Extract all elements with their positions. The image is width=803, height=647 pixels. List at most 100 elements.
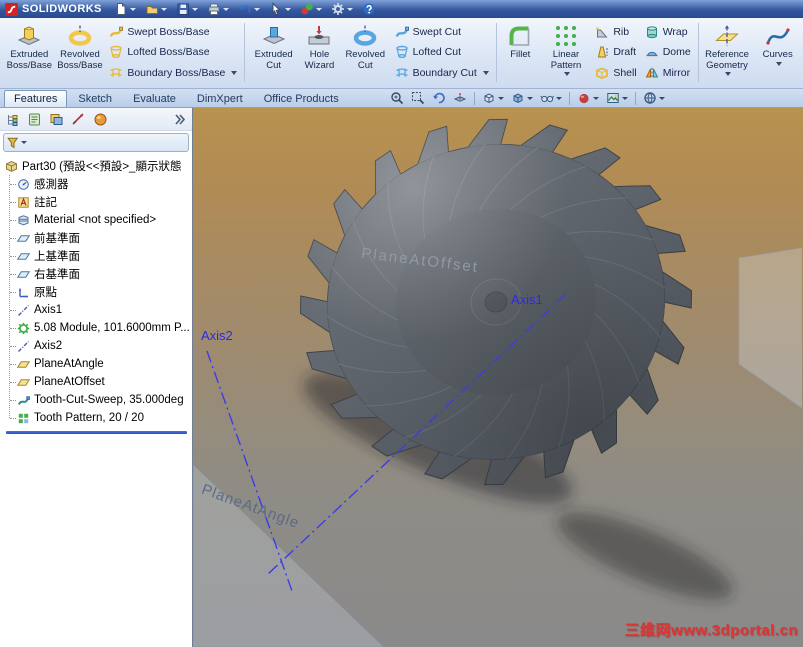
- tree-item-material[interactable]: Material <not specified>: [10, 211, 192, 229]
- display-manager-icon[interactable]: [93, 112, 108, 127]
- tree-item-tooth-cut-sweep[interactable]: Tooth-Cut-Sweep, 35.000deg: [10, 391, 192, 409]
- previous-view-icon[interactable]: [432, 91, 446, 105]
- dimxpert-manager-icon[interactable]: [71, 112, 86, 127]
- tree-item-front-plane[interactable]: 前基準面: [10, 229, 192, 247]
- lofted-cut-button[interactable]: Lofted Cut: [392, 45, 492, 59]
- mirror-button[interactable]: Mirror: [642, 66, 694, 80]
- linear-pattern-button[interactable]: Linear Pattern: [541, 20, 592, 85]
- help-icon[interactable]: [362, 2, 376, 16]
- curves-button[interactable]: Curves: [752, 20, 803, 85]
- revolved-cut-button[interactable]: Revolved Cut: [340, 20, 391, 85]
- draft-button[interactable]: Draft: [592, 45, 639, 59]
- toolbar-separator: [634, 91, 636, 105]
- boundary-boss-icon: [110, 68, 123, 77]
- edit-appearance-icon[interactable]: [577, 91, 599, 105]
- extruded-cut-button[interactable]: Extruded Cut: [248, 20, 299, 85]
- button-label: Draft: [613, 46, 637, 59]
- dome-button[interactable]: Dome: [642, 45, 694, 59]
- print-icon[interactable]: [207, 2, 229, 16]
- feature-manager-tree-icon[interactable]: [5, 112, 20, 127]
- dropdown-caret: [725, 72, 732, 77]
- axis-icon: [18, 304, 29, 316]
- tree-item-axis1[interactable]: Axis1: [10, 301, 192, 319]
- button-label: Lofted Boss/Base: [127, 46, 210, 59]
- reference-geometry-icon: [715, 25, 739, 46]
- command-manager-tabs: Features Sketch Evaluate DimXpert Office…: [0, 89, 803, 108]
- view-orientation-icon[interactable]: [482, 91, 504, 105]
- plane-icon: [17, 252, 30, 260]
- part-icon: [6, 160, 17, 172]
- rebuild-icon[interactable]: [300, 2, 322, 16]
- revolved-boss-base-button[interactable]: Revolved Boss/Base: [55, 20, 106, 85]
- reference-geometry-button[interactable]: Reference Geometry: [702, 20, 753, 85]
- hole-wizard-button[interactable]: Hole Wizard: [299, 20, 340, 85]
- property-manager-icon[interactable]: [27, 112, 42, 127]
- view-settings-icon[interactable]: [643, 91, 665, 105]
- tree-item-plane-at-offset[interactable]: PlaneAtOffset: [10, 373, 192, 391]
- display-style-icon[interactable]: [511, 91, 533, 105]
- tree-item-label: 右基準面: [34, 269, 80, 281]
- toolbar-separator: [568, 91, 570, 105]
- undo-icon[interactable]: [238, 2, 260, 16]
- extruded-boss-base-button[interactable]: Extruded Boss/Base: [4, 20, 55, 85]
- zoom-fit-icon[interactable]: [390, 91, 404, 105]
- button-label: Boundary Boss/Base: [127, 66, 226, 79]
- swept-cut-button[interactable]: Swept Cut: [392, 25, 492, 39]
- open-icon[interactable]: [145, 2, 167, 16]
- tree-item-module[interactable]: 5.08 Module, 101.6000mm P...: [10, 319, 192, 337]
- tree-item-label: 原點: [34, 287, 57, 299]
- options-icon[interactable]: [331, 2, 353, 16]
- tab-dimxpert[interactable]: DimXpert: [187, 90, 253, 107]
- tree-item-tooth-pattern[interactable]: Tooth Pattern, 20 / 20: [10, 409, 192, 427]
- rollback-bar[interactable]: [6, 431, 187, 434]
- lofted-boss-icon: [110, 46, 123, 59]
- select-icon[interactable]: [269, 2, 291, 16]
- button-label: Boundary Cut: [412, 66, 477, 79]
- tree-item-sensors[interactable]: 感測器: [10, 175, 192, 193]
- rib-draft-shell-stack: Rib Draft Shell: [591, 20, 640, 85]
- button-label: Hole Wizard: [304, 49, 335, 71]
- tree-item-label: Axis2: [34, 340, 63, 352]
- axis1-label: Axis1: [511, 292, 543, 307]
- boundary-cut-button[interactable]: Boundary Cut: [392, 66, 492, 80]
- tab-sketch[interactable]: Sketch: [68, 90, 122, 107]
- tree-filter-bar[interactable]: [3, 133, 189, 152]
- lofted-boss-base-button[interactable]: Lofted Boss/Base: [106, 45, 240, 59]
- tree-item-annotations[interactable]: 註記: [10, 193, 192, 211]
- tree-item-plane-at-angle[interactable]: PlaneAtAngle: [10, 355, 192, 373]
- tree-item-part30[interactable]: Part30 (預設<<預設>_顯示狀態: [3, 157, 192, 175]
- axis2-label: Axis2: [201, 328, 233, 343]
- panel-expand-chevrons-icon[interactable]: [172, 112, 187, 127]
- zoom-area-icon[interactable]: [411, 91, 425, 105]
- graphics-viewport[interactable]: PlaneAtOffset Axis1 Axis2 PlaneAtAngle 三…: [193, 108, 803, 647]
- lofted-cut-icon: [395, 46, 408, 59]
- ref-plane-icon: [17, 360, 30, 368]
- boundary-boss-base-button[interactable]: Boundary Boss/Base: [106, 66, 240, 80]
- fillet-button[interactable]: Fillet: [500, 20, 541, 85]
- plane-at-offset-surface[interactable]: [738, 247, 802, 409]
- save-icon[interactable]: [176, 2, 198, 16]
- section-view-icon[interactable]: [453, 91, 467, 105]
- wrap-button[interactable]: Wrap: [642, 25, 694, 39]
- button-label: Dome: [662, 46, 691, 59]
- apply-scene-icon[interactable]: [606, 91, 628, 105]
- bevel-gear-model[interactable]: [290, 108, 702, 508]
- tree-item-axis2[interactable]: Axis2: [10, 337, 192, 355]
- tree-item-origin[interactable]: 原點: [10, 283, 192, 301]
- button-label: Wrap: [662, 26, 688, 39]
- rib-button[interactable]: Rib: [592, 25, 639, 39]
- tab-office-products[interactable]: Office Products: [254, 90, 349, 107]
- tree-item-label: 上基準面: [34, 251, 80, 263]
- tab-features[interactable]: Features: [4, 90, 68, 107]
- configuration-manager-icon[interactable]: [49, 112, 64, 127]
- tree-item-label: Tooth-Cut-Sweep, 35.000deg: [34, 394, 184, 406]
- shell-button[interactable]: Shell: [592, 66, 639, 80]
- feature-tree: Part30 (預設<<預設>_顯示狀態 感測器 註記 Material <no…: [0, 154, 192, 647]
- tab-evaluate[interactable]: Evaluate: [123, 90, 186, 107]
- hide-show-items-icon[interactable]: [540, 91, 562, 105]
- tree-item-right-plane[interactable]: 右基準面: [10, 265, 192, 283]
- tree-item-label: 前基準面: [34, 233, 80, 245]
- swept-boss-base-button[interactable]: Swept Boss/Base: [106, 25, 240, 39]
- tree-item-top-plane[interactable]: 上基準面: [10, 247, 192, 265]
- new-document-icon[interactable]: [114, 2, 136, 16]
